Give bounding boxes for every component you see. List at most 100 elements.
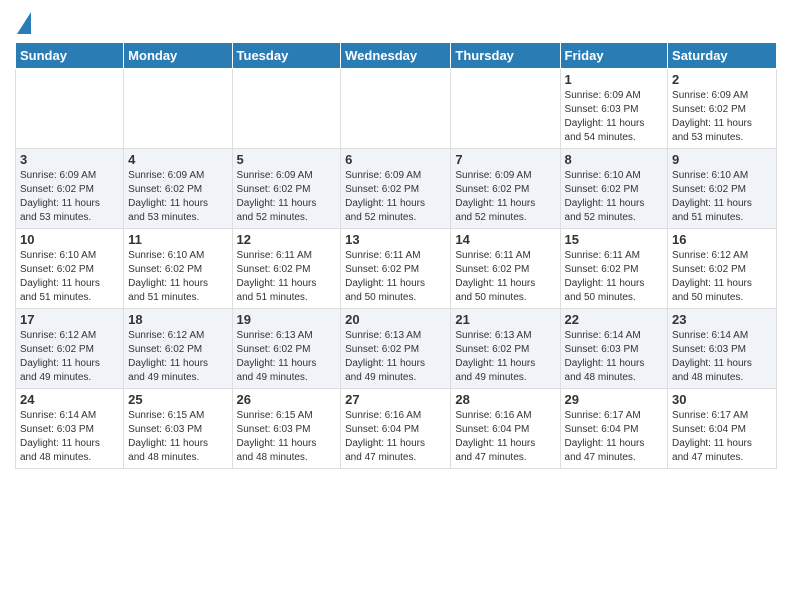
- day-info: Sunrise: 6:10 AM Sunset: 6:02 PM Dayligh…: [672, 169, 772, 225]
- day-info: Sunrise: 6:14 AM Sunset: 6:03 PM Dayligh…: [672, 329, 772, 385]
- week-row-1: 1Sunrise: 6:09 AM Sunset: 6:03 PM Daylig…: [16, 69, 777, 149]
- day-number: 13: [345, 232, 446, 247]
- day-number: 7: [455, 152, 555, 167]
- logo-arrow-icon: [17, 12, 31, 34]
- header: [15, 10, 777, 34]
- day-number: 23: [672, 312, 772, 327]
- calendar-cell: 24 Sunrise: 6:14 AM Sunset: 6:03 PM Dayli…: [16, 389, 124, 469]
- day-number: 6: [345, 152, 446, 167]
- day-number: 11: [128, 232, 227, 247]
- day-info: Sunrise: 6:11 AM Sunset: 6:02 PM Dayligh…: [345, 249, 446, 305]
- day-number: 21: [455, 312, 555, 327]
- calendar-cell: 12 Sunrise: 6:11 AM Sunset: 6:02 PM Dayli…: [232, 229, 341, 309]
- week-row-4: 17 Sunrise: 6:12 AM Sunset: 6:02 PM Dayli…: [16, 309, 777, 389]
- page: SundayMondayTuesdayWednesdayThursdayFrid…: [0, 0, 792, 479]
- day-info: Sunrise: 6:16 AM Sunset: 6:04 PM Dayligh…: [455, 409, 555, 465]
- calendar-cell: 8 Sunrise: 6:10 AM Sunset: 6:02 PM Daylig…: [560, 149, 668, 229]
- day-info: Sunrise: 6:15 AM Sunset: 6:03 PM Dayligh…: [237, 409, 337, 465]
- day-header-monday: Monday: [124, 43, 232, 69]
- day-info: Sunrise: 6:10 AM Sunset: 6:02 PM Dayligh…: [20, 249, 119, 305]
- day-number: 24: [20, 392, 119, 407]
- calendar-cell: 16 Sunrise: 6:12 AM Sunset: 6:02 PM Dayli…: [668, 229, 777, 309]
- calendar-cell: 15 Sunrise: 6:11 AM Sunset: 6:02 PM Dayli…: [560, 229, 668, 309]
- day-info: Sunrise: 6:09 AM Sunset: 6:02 PM Dayligh…: [128, 169, 227, 225]
- day-number: 15: [565, 232, 664, 247]
- calendar-cell: [232, 69, 341, 149]
- day-number: 18: [128, 312, 227, 327]
- day-info: Sunrise: 6:14 AM Sunset: 6:03 PM Dayligh…: [20, 409, 119, 465]
- day-header-tuesday: Tuesday: [232, 43, 341, 69]
- day-header-friday: Friday: [560, 43, 668, 69]
- day-number: 28: [455, 392, 555, 407]
- day-number: 9: [672, 152, 772, 167]
- day-number: 8: [565, 152, 664, 167]
- day-info: Sunrise: 6:09 AM Sunset: 6:02 PM Dayligh…: [455, 169, 555, 225]
- day-header-wednesday: Wednesday: [341, 43, 451, 69]
- day-info: Sunrise: 6:13 AM Sunset: 6:02 PM Dayligh…: [455, 329, 555, 385]
- day-number: 26: [237, 392, 337, 407]
- day-number: 29: [565, 392, 664, 407]
- day-number: 3: [20, 152, 119, 167]
- calendar-cell: 2Sunrise: 6:09 AM Sunset: 6:02 PM Daylig…: [668, 69, 777, 149]
- calendar-cell: 23 Sunrise: 6:14 AM Sunset: 6:03 PM Dayli…: [668, 309, 777, 389]
- calendar-cell: 4 Sunrise: 6:09 AM Sunset: 6:02 PM Daylig…: [124, 149, 232, 229]
- day-number: 20: [345, 312, 446, 327]
- calendar-cell: 28 Sunrise: 6:16 AM Sunset: 6:04 PM Dayli…: [451, 389, 560, 469]
- day-info: Sunrise: 6:12 AM Sunset: 6:02 PM Dayligh…: [20, 329, 119, 385]
- calendar-cell: 18Sunrise: 6:12 AM Sunset: 6:02 PM Dayli…: [124, 309, 232, 389]
- day-header-thursday: Thursday: [451, 43, 560, 69]
- week-row-2: 3 Sunrise: 6:09 AM Sunset: 6:02 PM Daylig…: [16, 149, 777, 229]
- calendar-cell: [124, 69, 232, 149]
- calendar-cell: 7 Sunrise: 6:09 AM Sunset: 6:02 PM Daylig…: [451, 149, 560, 229]
- day-number: 19: [237, 312, 337, 327]
- day-number: 25: [128, 392, 227, 407]
- calendar-cell: 27 Sunrise: 6:16 AM Sunset: 6:04 PM Dayli…: [341, 389, 451, 469]
- day-number: 4: [128, 152, 227, 167]
- day-number: 27: [345, 392, 446, 407]
- calendar-cell: 30 Sunrise: 6:17 AM Sunset: 6:04 PM Dayli…: [668, 389, 777, 469]
- calendar-cell: 26 Sunrise: 6:15 AM Sunset: 6:03 PM Dayli…: [232, 389, 341, 469]
- day-info: Sunrise: 6:17 AM Sunset: 6:04 PM Dayligh…: [565, 409, 664, 465]
- week-row-3: 10 Sunrise: 6:10 AM Sunset: 6:02 PM Dayli…: [16, 229, 777, 309]
- day-number: 5: [237, 152, 337, 167]
- week-row-5: 24 Sunrise: 6:14 AM Sunset: 6:03 PM Dayli…: [16, 389, 777, 469]
- day-info: Sunrise: 6:09 AM Sunset: 6:02 PM Dayligh…: [20, 169, 119, 225]
- calendar-header-row: SundayMondayTuesdayWednesdayThursdayFrid…: [16, 43, 777, 69]
- day-number: 10: [20, 232, 119, 247]
- day-info: Sunrise: 6:11 AM Sunset: 6:02 PM Dayligh…: [237, 249, 337, 305]
- calendar-cell: 13 Sunrise: 6:11 AM Sunset: 6:02 PM Dayli…: [341, 229, 451, 309]
- day-info: Sunrise: 6:11 AM Sunset: 6:02 PM Dayligh…: [455, 249, 555, 305]
- day-info: Sunrise: 6:16 AM Sunset: 6:04 PM Dayligh…: [345, 409, 446, 465]
- calendar-cell: 3 Sunrise: 6:09 AM Sunset: 6:02 PM Daylig…: [16, 149, 124, 229]
- day-info: Sunrise: 6:09 AM Sunset: 6:02 PM Dayligh…: [237, 169, 337, 225]
- calendar: SundayMondayTuesdayWednesdayThursdayFrid…: [15, 42, 777, 469]
- day-number: 12: [237, 232, 337, 247]
- day-header-saturday: Saturday: [668, 43, 777, 69]
- logo: [15, 10, 31, 34]
- day-number: 2: [672, 72, 772, 87]
- day-info: Sunrise: 6:10 AM Sunset: 6:02 PM Dayligh…: [565, 169, 664, 225]
- day-info: Sunrise: 6:11 AM Sunset: 6:02 PM Dayligh…: [565, 249, 664, 305]
- day-number: 30: [672, 392, 772, 407]
- day-number: 17: [20, 312, 119, 327]
- calendar-cell: 29 Sunrise: 6:17 AM Sunset: 6:04 PM Dayli…: [560, 389, 668, 469]
- calendar-cell: 22 Sunrise: 6:14 AM Sunset: 6:03 PM Dayli…: [560, 309, 668, 389]
- calendar-cell: 14Sunrise: 6:11 AM Sunset: 6:02 PM Dayli…: [451, 229, 560, 309]
- day-info: Sunrise: 6:09 AM Sunset: 6:03 PM Dayligh…: [565, 89, 664, 145]
- day-info: Sunrise: 6:14 AM Sunset: 6:03 PM Dayligh…: [565, 329, 664, 385]
- day-number: 22: [565, 312, 664, 327]
- calendar-cell: [451, 69, 560, 149]
- day-header-sunday: Sunday: [16, 43, 124, 69]
- calendar-cell: 25 Sunrise: 6:15 AM Sunset: 6:03 PM Dayli…: [124, 389, 232, 469]
- calendar-cell: 21 Sunrise: 6:13 AM Sunset: 6:02 PM Dayli…: [451, 309, 560, 389]
- day-info: Sunrise: 6:12 AM Sunset: 6:02 PM Dayligh…: [672, 249, 772, 305]
- day-info: Sunrise: 6:15 AM Sunset: 6:03 PM Dayligh…: [128, 409, 227, 465]
- day-info: Sunrise: 6:13 AM Sunset: 6:02 PM Dayligh…: [345, 329, 446, 385]
- calendar-cell: [341, 69, 451, 149]
- calendar-cell: 9 Sunrise: 6:10 AM Sunset: 6:02 PM Daylig…: [668, 149, 777, 229]
- calendar-cell: 5 Sunrise: 6:09 AM Sunset: 6:02 PM Daylig…: [232, 149, 341, 229]
- day-number: 16: [672, 232, 772, 247]
- calendar-cell: 17 Sunrise: 6:12 AM Sunset: 6:02 PM Dayli…: [16, 309, 124, 389]
- day-info: Sunrise: 6:17 AM Sunset: 6:04 PM Dayligh…: [672, 409, 772, 465]
- day-info: Sunrise: 6:13 AM Sunset: 6:02 PM Dayligh…: [237, 329, 337, 385]
